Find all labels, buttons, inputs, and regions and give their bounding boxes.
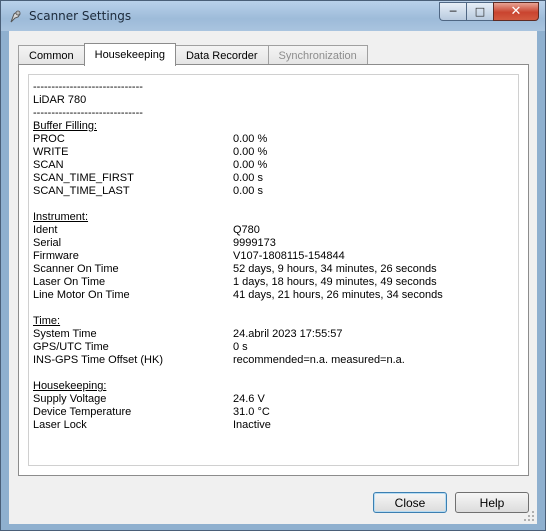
info-row: WRITE 0.00 %: [33, 146, 513, 159]
housekeeping-panel: ------------------------------ LiDAR 780…: [18, 64, 529, 476]
row-label: WRITE: [33, 146, 69, 158]
info-row: System Time 24.abril 2023 17:55:57: [33, 328, 513, 341]
minimize-icon: ─: [449, 5, 457, 18]
row-label: Serial: [33, 237, 62, 249]
row-value: 0.00 %: [233, 133, 268, 145]
row-label: SCAN_TIME_LAST: [33, 185, 130, 197]
scanner-settings-window: Scanner Settings ─ □ ✕ Common Housekeepi…: [0, 0, 546, 531]
row-label: Firmware: [33, 250, 79, 262]
info-row: Supply Voltage 24.6 V: [33, 393, 513, 406]
info-row: Serial 9999173: [33, 237, 513, 250]
row-value: 0.00 s: [233, 172, 263, 184]
window-title: Scanner Settings: [29, 9, 132, 23]
close-button[interactable]: Close: [373, 492, 447, 513]
row-value: recommended=n.a. measured=n.a.: [233, 354, 405, 366]
row-label: INS-GPS Time Offset (HK): [33, 354, 163, 366]
tab-housekeeping[interactable]: Housekeeping: [83, 43, 176, 66]
close-icon: ✕: [510, 4, 522, 19]
info-row: Line Motor On Time 41 days, 21 hours, 26 …: [33, 289, 513, 302]
row-value: 24.6 V: [233, 393, 265, 405]
info-row: Device Temperature 31.0 °C: [33, 406, 513, 419]
row-value: 9999173: [233, 237, 276, 249]
row-label: SCAN_TIME_FIRST: [33, 172, 134, 184]
row-value: 52 days, 9 hours, 34 minutes, 26 seconds: [233, 263, 437, 275]
row-label: Laser On Time: [33, 276, 106, 288]
dialog-client-area: Common Housekeeping Data Recorder Synchr…: [9, 31, 537, 524]
separator-line: ------------------------------: [33, 107, 143, 119]
row-value: 0 s: [233, 341, 248, 353]
info-row: Firmware V107-1808115-154844: [33, 250, 513, 263]
row-label: Device Temperature: [33, 406, 132, 418]
row-value: 1 days, 18 hours, 49 minutes, 49 seconds: [233, 276, 437, 288]
row-value: Inactive: [233, 419, 271, 431]
row-label: PROC: [33, 133, 65, 145]
row-value: 0.00 %: [233, 159, 268, 171]
info-row: Laser Lock Inactive: [33, 419, 513, 432]
info-row: SCAN_TIME_FIRST 0.00 s: [33, 172, 513, 185]
section-heading-instrument: Instrument:: [33, 211, 89, 223]
resize-grip-icon[interactable]: [523, 510, 535, 522]
info-row: SCAN 0.00 %: [33, 159, 513, 172]
info-row: SCAN_TIME_LAST 0.00 s: [33, 185, 513, 198]
row-label: Line Motor On Time: [33, 289, 130, 301]
row-label: GPS/UTC Time: [33, 341, 109, 353]
housekeeping-text-box[interactable]: ------------------------------ LiDAR 780…: [28, 74, 519, 466]
info-row: Scanner On Time 52 days, 9 hours, 34 minu…: [33, 263, 513, 276]
row-value: V107-1808115-154844: [233, 250, 345, 262]
maximize-icon: □: [474, 5, 486, 18]
row-value: 41 days, 21 hours, 26 minutes, 34 second…: [233, 289, 443, 301]
minimize-button[interactable]: ─: [439, 2, 466, 21]
row-value: 24.abril 2023 17:55:57: [233, 328, 343, 340]
app-icon: [10, 10, 21, 23]
close-window-button[interactable]: ✕: [493, 2, 539, 21]
info-row: PROC 0.00 %: [33, 133, 513, 146]
info-row: GPS/UTC Time 0 s: [33, 341, 513, 354]
info-row: Ident Q780: [33, 224, 513, 237]
caption-buttons: ─ □ ✕: [439, 2, 539, 22]
row-value: Q780: [233, 224, 260, 236]
row-label: Ident: [33, 224, 58, 236]
tab-strip: Common Housekeeping Data Recorder Synchr…: [18, 43, 368, 66]
info-row: Laser On Time 1 days, 18 hours, 49 minute…: [33, 276, 513, 289]
row-label: Supply Voltage: [33, 393, 107, 405]
title-bar[interactable]: Scanner Settings ─ □ ✕: [1, 1, 545, 31]
row-value: 31.0 °C: [233, 406, 270, 418]
row-label: Laser Lock: [33, 419, 87, 431]
info-row: INS-GPS Time Offset (HK) recommended=n.a.…: [33, 354, 513, 367]
row-label: System Time: [33, 328, 97, 340]
dialog-buttons: Close Help: [373, 492, 537, 513]
tab-synchronization: Synchronization: [267, 45, 368, 65]
row-value: 0.00 %: [233, 146, 268, 158]
tab-data-recorder[interactable]: Data Recorder: [174, 45, 269, 65]
row-label: SCAN: [33, 159, 64, 171]
row-value: 0.00 s: [233, 185, 263, 197]
maximize-button[interactable]: □: [466, 2, 493, 21]
section-heading-time: Time:: [33, 315, 61, 327]
section-heading-housekeeping: Housekeeping:: [33, 380, 107, 392]
device-name: LiDAR 780: [33, 94, 87, 106]
section-heading-buffer-filling: Buffer Filling:: [33, 120, 97, 132]
help-button[interactable]: Help: [455, 492, 529, 513]
row-label: Scanner On Time: [33, 263, 119, 275]
separator-line: ------------------------------: [33, 81, 143, 93]
tab-common[interactable]: Common: [18, 45, 85, 65]
